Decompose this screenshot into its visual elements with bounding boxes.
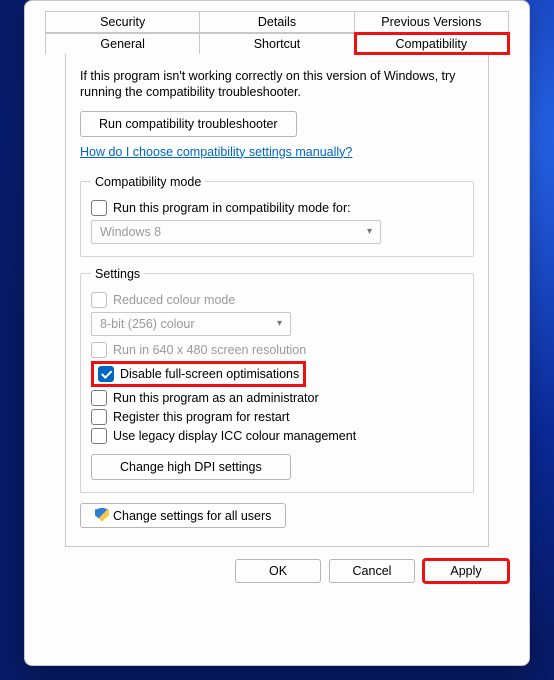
properties-window: Security Details Previous Versions Gener… <box>24 0 530 666</box>
colour-mode-select: 8-bit (256) colour ▾ <box>91 312 291 336</box>
register-restart-label: Register this program for restart <box>113 410 289 424</box>
settings-group: Settings Reduced colour mode 8-bit (256)… <box>80 267 474 493</box>
register-restart-checkbox[interactable] <box>91 409 107 425</box>
tab-shortcut[interactable]: Shortcut <box>200 33 354 54</box>
low-res-label: Run in 640 x 480 screen resolution <box>113 343 306 357</box>
compat-mode-label: Run this program in compatibility mode f… <box>113 201 351 215</box>
legacy-icc-checkbox[interactable] <box>91 428 107 444</box>
compatibility-mode-legend: Compatibility mode <box>91 175 205 189</box>
settings-legend: Settings <box>91 267 144 281</box>
reduced-colour-checkbox <box>91 292 107 308</box>
reduced-colour-label: Reduced colour mode <box>113 293 235 307</box>
cancel-button[interactable]: Cancel <box>329 559 415 583</box>
tab-strip: Security Details Previous Versions Gener… <box>25 1 529 547</box>
low-res-checkbox <box>91 342 107 358</box>
legacy-icc-label: Use legacy display ICC colour management <box>113 429 356 443</box>
compatibility-mode-group: Compatibility mode Run this program in c… <box>80 175 474 257</box>
run-admin-checkbox[interactable] <box>91 390 107 406</box>
compat-mode-select-value: Windows 8 <box>100 225 161 239</box>
disable-fso-label: Disable full-screen optimisations <box>120 367 299 381</box>
run-admin-label: Run this program as an administrator <box>113 391 319 405</box>
ok-button[interactable]: OK <box>235 559 321 583</box>
chevron-down-icon: ▾ <box>277 318 282 329</box>
change-dpi-button[interactable]: Change high DPI settings <box>91 454 291 480</box>
tab-security[interactable]: Security <box>45 11 200 33</box>
tab-compatibility[interactable]: Compatibility <box>355 33 509 54</box>
shield-icon <box>95 508 109 522</box>
disable-fso-checkbox[interactable] <box>98 366 114 382</box>
run-troubleshooter-button[interactable]: Run compatibility troubleshooter <box>80 111 297 137</box>
dialog-footer: OK Cancel Apply <box>25 547 529 597</box>
tab-body: If this program isn't working correctly … <box>65 54 489 547</box>
disable-fso-highlight: Disable full-screen optimisations <box>91 361 306 387</box>
compat-mode-checkbox[interactable] <box>91 200 107 216</box>
help-link[interactable]: How do I choose compatibility settings m… <box>80 145 352 159</box>
tab-previous-versions[interactable]: Previous Versions <box>355 11 509 33</box>
colour-mode-select-value: 8-bit (256) colour <box>100 317 195 331</box>
compat-mode-select[interactable]: Windows 8 ▾ <box>91 220 381 244</box>
change-all-users-button[interactable]: Change settings for all users <box>80 503 286 528</box>
apply-button[interactable]: Apply <box>423 559 509 583</box>
chevron-down-icon: ▾ <box>367 226 372 237</box>
tab-general[interactable]: General <box>45 33 200 54</box>
intro-text: If this program isn't working correctly … <box>80 68 474 101</box>
change-all-users-label: Change settings for all users <box>113 509 271 523</box>
tab-details[interactable]: Details <box>200 11 354 33</box>
